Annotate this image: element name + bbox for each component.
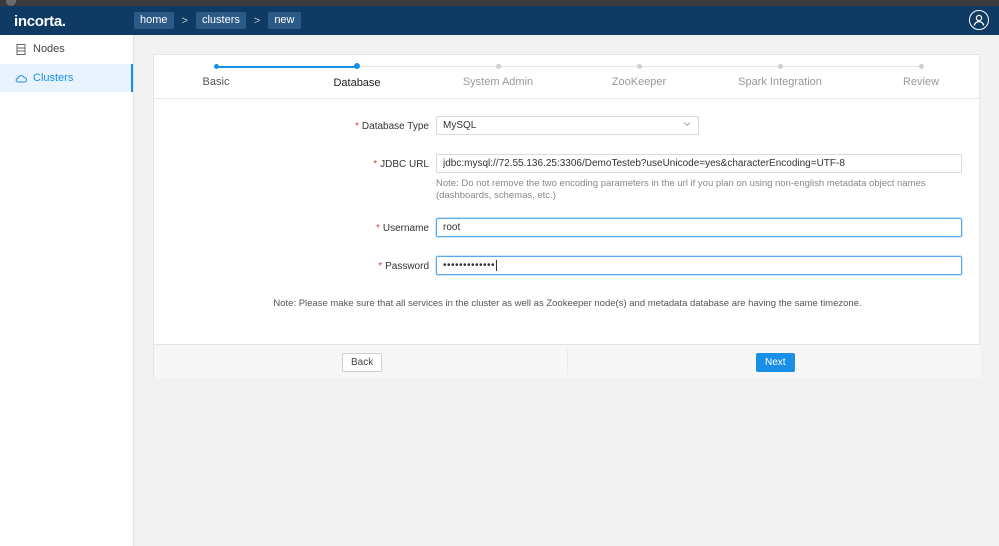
step-review: Review [902,76,940,88]
sidebar-item-nodes[interactable]: Nodes [0,35,133,63]
password-value: ••••••••••••• [443,260,496,272]
jdbc-url-note: Note: Do not remove the two encoding par… [436,178,926,201]
wizard-footer: Back Next [154,344,981,378]
jdbc-url-label-text: JDBC URL [380,159,429,170]
wizard-stepper: Basic Database System Admin ZooKeeper Sp… [154,55,981,99]
step-dot-zookeeper [637,64,642,69]
footer-divider [567,349,568,375]
step-zookeeper: ZooKeeper [611,76,667,88]
jdbc-url-input[interactable] [436,154,962,173]
breadcrumb-clusters[interactable]: clusters [195,12,246,29]
sidebar-item-clusters[interactable]: Clusters [0,64,133,92]
password-label: * Password [378,261,429,272]
new-cluster-wizard: Basic Database System Admin ZooKeeper Sp… [153,54,981,378]
database-type-value: MySQL [443,120,477,131]
user-avatar-icon[interactable] [969,10,989,30]
step-database[interactable]: Database [333,77,380,89]
step-dot-spark-integration [778,64,783,69]
username-label: * Username [376,223,429,234]
back-button[interactable]: Back [342,353,383,372]
step-dot-database [354,63,360,69]
step-dot-basic [214,64,219,69]
top-header: incorta. home > clusters > new [0,6,999,35]
required-mark: * [373,159,378,170]
timezone-note: Note: Please make sure that all services… [273,298,862,309]
password-input[interactable]: ••••••••••••• [436,256,962,275]
breadcrumb-home[interactable]: home [134,12,174,29]
required-mark: * [378,261,383,272]
required-mark: * [375,223,380,234]
incorta-logo[interactable]: incorta. [14,13,66,30]
breadcrumb: home > clusters > new [134,12,301,29]
jdbc-url-label: * JDBC URL [373,159,429,170]
step-system-admin: System Admin [462,76,534,88]
text-cursor [496,260,498,271]
step-dot-system-admin [496,64,501,69]
chevron-right-icon: > [253,14,261,27]
step-connector-done [216,66,357,68]
database-type-label: * Database Type [355,121,429,132]
required-mark: * [355,121,359,132]
database-type-select[interactable]: MySQL [436,116,699,135]
breadcrumb-new: new [268,12,301,29]
cloud-icon [15,72,27,84]
sidebar: Nodes Clusters [0,35,134,546]
password-label-text: Password [385,261,429,272]
sidebar-item-label: Clusters [33,72,74,84]
username-label-text: Username [382,223,429,234]
step-dot-review [919,64,924,69]
step-spark-integration: Spark Integration [738,76,822,88]
next-button[interactable]: Next [756,353,795,372]
username-input[interactable] [436,218,962,237]
list-icon [15,43,27,55]
sidebar-item-label: Nodes [33,43,65,55]
chevron-right-icon: > [181,14,188,27]
step-basic[interactable]: Basic [203,76,230,88]
database-type-label-text: Database Type [361,121,429,132]
chevron-down-icon [683,120,691,131]
